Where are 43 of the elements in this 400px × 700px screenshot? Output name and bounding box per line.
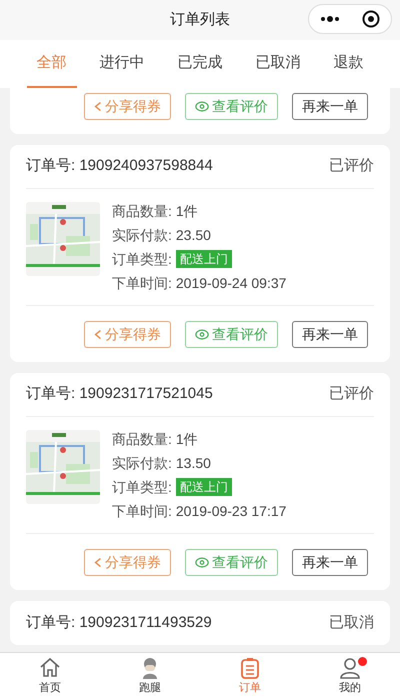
detail-value: 2019-09-23 17:17 <box>176 502 286 520</box>
tab[interactable]: 进行中 <box>90 40 154 88</box>
order-status: 已评价 <box>329 384 374 404</box>
share-icon <box>94 100 102 112</box>
window-title: 订单列表 <box>170 10 230 30</box>
detail-label: 下单时间: <box>112 502 172 520</box>
detail-value: 1件 <box>176 202 198 220</box>
target-icon[interactable] <box>362 10 380 28</box>
person-icon <box>338 656 362 680</box>
more-icon[interactable] <box>320 16 340 22</box>
nav-item[interactable]: 首页 <box>0 653 100 700</box>
reorder-button[interactable]: 再来一单 <box>292 548 368 576</box>
detail-label: 订单类型: <box>112 250 172 268</box>
order-status: 已取消 <box>329 612 374 633</box>
share-icon <box>94 556 102 568</box>
clipboard-icon <box>238 656 262 680</box>
tab[interactable]: 已完成 <box>168 40 232 88</box>
nav-item[interactable]: 我的 <box>300 653 400 700</box>
detail-label: 实际付款: <box>112 454 172 472</box>
order-number: 订单号: 1909231711493529 <box>26 612 212 633</box>
detail-label: 下单时间: <box>112 274 172 292</box>
order-type-tag: 配送上门 <box>176 478 232 496</box>
order-number: 订单号: 1909240937598844 <box>26 156 213 176</box>
detail-value: 2019-09-24 09:37 <box>176 274 286 292</box>
detail-value: 13.50 <box>176 454 211 472</box>
order-status: 已评价 <box>329 156 374 176</box>
detail-label: 商品数量: <box>112 202 172 220</box>
order-type-tag: 配送上门 <box>176 250 232 268</box>
detail-label: 实际付款: <box>112 226 172 244</box>
eye-icon <box>195 100 209 112</box>
eye-icon <box>195 556 209 568</box>
detail-value: 1件 <box>176 430 198 448</box>
eye-icon <box>195 328 209 340</box>
detail-value: 23.50 <box>176 226 211 244</box>
detail-label: 商品数量: <box>112 430 172 448</box>
reorder-button[interactable]: 再来一单 <box>292 320 368 348</box>
reorder-button[interactable]: 再来一单 <box>292 92 368 120</box>
order-number: 订单号: 1909231717521045 <box>26 384 213 404</box>
tab[interactable]: 退款 <box>324 40 374 88</box>
nav-item[interactable]: 跑腿 <box>100 653 200 700</box>
tab[interactable]: 已取消 <box>246 40 310 88</box>
detail-label: 订单类型: <box>112 478 172 496</box>
share-icon <box>94 328 102 340</box>
